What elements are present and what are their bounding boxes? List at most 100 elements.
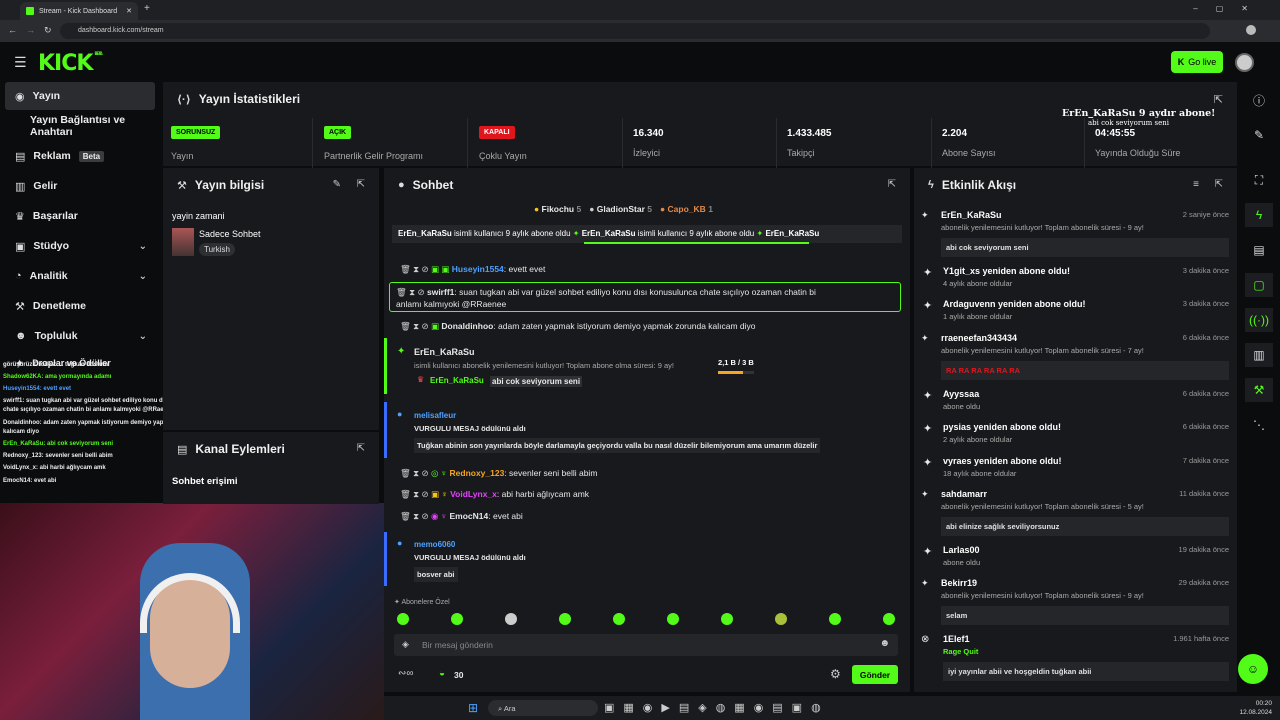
mod-tools-icon[interactable]: 🗑 ⧗ ⊘: [400, 511, 429, 521]
sidebar-item-moderation[interactable]: ⚒ Denetleme: [5, 292, 155, 320]
activity-event[interactable]: ✦ ErEn_KaRaSu abonelik yenilemesini kutlu…: [921, 210, 1229, 257]
gifter[interactable]: ● Fikochu 5: [534, 204, 581, 214]
emote[interactable]: [829, 613, 841, 625]
chat-icon[interactable]: ▢: [1245, 273, 1273, 297]
emote[interactable]: [667, 613, 679, 625]
taskbar-apps[interactable]: ▣▦◉▶▤◈◍▦◉▤▣◍: [604, 701, 830, 714]
emote[interactable]: [613, 613, 625, 625]
sub-event-msg-user[interactable]: ErEn_KaRaSu: [430, 376, 484, 385]
support-chat-button[interactable]: ☺: [1238, 654, 1268, 684]
document-icon[interactable]: ▤: [1245, 238, 1273, 262]
points-count[interactable]: 30: [454, 670, 463, 680]
sidebar-item-ads[interactable]: ▤ Reklam Beta: [5, 142, 155, 170]
activity-event[interactable]: ✦ Bekirr19 abonelik yenilemesini kutluyor…: [921, 578, 1229, 625]
sub-renew-icon: ✦: [921, 489, 929, 499]
mod-tools-icon[interactable]: 🗑 ⧗ ⊘: [400, 489, 429, 499]
taskbar-search[interactable]: ⌕ Ara: [488, 700, 598, 716]
chat-message[interactable]: 🗑 ⧗ ⊘ ▣ Donaldinhoo: adam zaten yapmak i…: [400, 321, 756, 332]
reward-user[interactable]: melisafleur: [414, 411, 456, 420]
sub-event-user[interactable]: ErEn_KaRaSu: [414, 347, 475, 357]
reload-icon[interactable]: ↻: [44, 25, 52, 36]
popout-icon[interactable]: ⇱: [357, 443, 365, 454]
mod-tools-icon[interactable]: 🗑 ⧗ ⊘: [400, 321, 429, 331]
sidebar-item-analytics[interactable]: ◔ Analitik ⌄: [5, 262, 155, 290]
kick-logo[interactable]: KICK BETA: [38, 51, 103, 76]
close-tab-icon[interactable]: ✕: [126, 7, 132, 15]
activity-event[interactable]: ✦ Y1git_xs yeniden abone oldu! 4 aylık ab…: [923, 266, 1229, 288]
edit-icon[interactable]: ✎: [1245, 123, 1273, 147]
profile-icon[interactable]: [1246, 25, 1256, 35]
lightning-icon[interactable]: ϟ: [1245, 203, 1273, 227]
activity-event[interactable]: ✦ pysias yeniden abone oldu! 2 aylık abon…: [923, 422, 1229, 444]
wrench-icon[interactable]: ⚒: [1245, 378, 1273, 402]
send-button[interactable]: Gönder: [852, 665, 898, 684]
chart-icon: ◔: [15, 270, 22, 282]
popout-icon[interactable]: ⇱: [888, 179, 896, 190]
crop-icon[interactable]: ⛶: [1245, 168, 1273, 192]
emote[interactable]: [883, 613, 895, 625]
mod-tools-icon[interactable]: 🗑 ⧗ ⊘: [400, 264, 429, 274]
share-icon[interactable]: ⋱: [1245, 413, 1273, 437]
emote[interactable]: [559, 613, 571, 625]
highlighted-message[interactable]: 🗑 ⧗ ⊘ swirff1: suan tugkan abi var güzel…: [389, 282, 901, 312]
server-icon[interactable]: ▥: [1245, 343, 1273, 367]
reward-user[interactable]: memo6060: [414, 540, 455, 549]
activity-event[interactable]: ✦ sahdamarr abonelik yenilemesini kutluyo…: [921, 489, 1229, 536]
overlay-chat-line: chate sıçılıyo ozaman chatin bi anlamı k…: [3, 407, 174, 413]
broadcast-icon[interactable]: ((·)): [1245, 308, 1273, 332]
chat-message[interactable]: 🗑 ⧗ ⊘ ▣ ▣ Huseyin1554: evett evet: [400, 264, 545, 275]
menu-icon[interactable]: ☰: [14, 54, 27, 71]
activity-event[interactable]: ✦ Ayyssaa abone oldu 6 dakika önce: [923, 389, 1229, 411]
edit-icon[interactable]: ✎: [333, 179, 341, 190]
chat-message[interactable]: 🗑 ⧗ ⊘ ◎ ♆ Rednoxy_123: sevenler seni bel…: [400, 468, 597, 479]
activity-event[interactable]: ✦ Larlas00 abone oldu 19 dakika önce: [923, 545, 1229, 567]
chat-access-item[interactable]: Sohbet erişimi: [172, 476, 237, 487]
sidebar-item-stream[interactable]: ◉ Yayın: [5, 82, 155, 110]
url-field[interactable]: dashboard.kick.com/stream: [60, 23, 1210, 39]
sidebar-item-revenue[interactable]: ▥ Gelir: [5, 172, 155, 200]
emote[interactable]: [397, 613, 409, 625]
chat-message[interactable]: 🗑 ⧗ ⊘ ▣ ♆ VoidLynx_x: abi harbi ağlıycam…: [400, 489, 589, 500]
sidebar-item-achievements[interactable]: ♛ Başarılar: [5, 202, 155, 230]
windows-start-icon[interactable]: ⊞: [468, 701, 478, 715]
emote[interactable]: [451, 613, 463, 625]
window-controls[interactable]: –▢✕: [1193, 4, 1266, 13]
popout-icon[interactable]: ⇱: [1214, 93, 1223, 106]
info-icon[interactable]: ⓘ: [1245, 88, 1273, 112]
sidebar-item-stream-key[interactable]: Yayın Bağlantısı ve Anahtarı: [5, 112, 155, 140]
emote[interactable]: [775, 613, 787, 625]
infinity-icon[interactable]: ∾∞: [398, 668, 414, 679]
popout-icon[interactable]: ⇱: [357, 179, 365, 190]
browser-tab[interactable]: Stream - Kick Dashboard ✕: [20, 2, 138, 20]
filter-icon[interactable]: ≡: [1193, 179, 1199, 190]
sidebar-item-community[interactable]: ☻ Topluluk ⌄: [5, 322, 155, 350]
mod-tools-icon[interactable]: 🗑 ⧗ ⊘: [396, 287, 425, 297]
activity-event[interactable]: ✦ Ardaguvenn yeniden abone oldu! 1 aylık …: [923, 299, 1229, 321]
taskbar-clock[interactable]: 00:20 12.08.2024: [1239, 699, 1272, 717]
emoji-icon[interactable]: ☻: [879, 638, 890, 649]
user-badges: ▣: [430, 321, 440, 331]
popout-icon[interactable]: ⇱: [1215, 179, 1223, 190]
back-icon[interactable]: ←: [8, 25, 17, 35]
go-live-button[interactable]: K Go live: [1171, 51, 1223, 73]
activity-event[interactable]: ⊗ 1Elef1 Rage Quit 1.961 hafta önce iyi y…: [921, 634, 1229, 681]
reward-quote: bosver abi: [414, 567, 458, 582]
forward-icon[interactable]: →: [26, 25, 35, 35]
settings-gear-icon[interactable]: ⚙: [830, 667, 841, 681]
activity-event[interactable]: ✦ rraeneefan343434 abonelik yenilemesini …: [921, 333, 1229, 380]
chat-input[interactable]: ◈ Bir mesaj gönderin ☻: [394, 634, 898, 656]
emote[interactable]: [721, 613, 733, 625]
chat-message[interactable]: 🗑 ⧗ ⊘ ◉ ♆ EmocN14: evet abi: [400, 511, 523, 522]
sidebar-item-studio[interactable]: ▣ Stüdyo ⌄: [5, 232, 155, 260]
gifter[interactable]: ● GladionStar 5: [589, 204, 652, 214]
logo-beta: BETA: [94, 51, 102, 56]
gifter[interactable]: ● Capo_KB 1: [660, 204, 713, 214]
revenue-icon: ▥: [15, 180, 26, 193]
status-badge: AÇIK: [324, 126, 352, 139]
activity-event[interactable]: ✦ vyraes yeniden abone oldu! 18 aylık abo…: [923, 456, 1229, 478]
star-icon: ✦: [923, 546, 933, 558]
mod-tools-icon[interactable]: 🗑 ⧗ ⊘: [400, 468, 429, 478]
user-avatar[interactable]: [1235, 53, 1254, 72]
emote[interactable]: [505, 613, 517, 625]
new-tab-icon[interactable]: +: [144, 3, 150, 14]
